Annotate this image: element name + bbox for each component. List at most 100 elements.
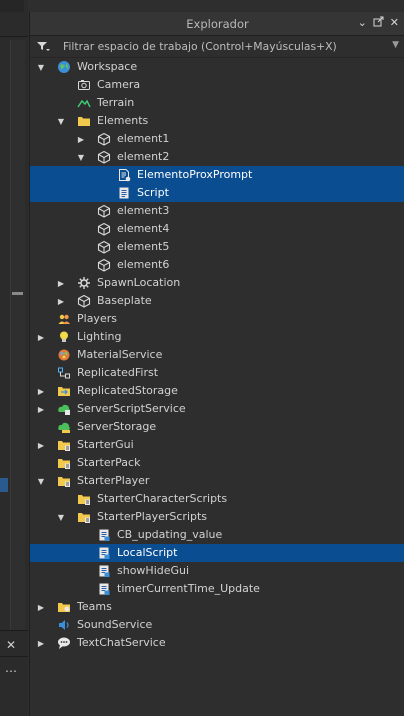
left-panel-top <box>0 0 24 12</box>
tree-item[interactable]: ▼ StarterPlayer <box>30 472 404 490</box>
undock-icon[interactable] <box>373 16 384 30</box>
tree-item-label: element6 <box>117 258 170 271</box>
starter-folder-icon <box>58 477 70 487</box>
explorer-tree: ▼ Workspace Camera Terrain ▼ Elements ▶ element… <box>30 58 404 652</box>
tree-item-label: ReplicatedFirst <box>77 366 159 379</box>
tree-item[interactable]: StarterPack <box>30 454 404 472</box>
teams-icon <box>58 603 70 612</box>
tree-item[interactable]: element3 <box>30 202 404 220</box>
tree-item[interactable]: Terrain <box>30 94 404 112</box>
tree-item[interactable]: ▶ element1 <box>30 130 404 148</box>
tree-item[interactable]: ▼ Workspace <box>30 58 404 76</box>
tree-item-label: Camera <box>97 78 141 91</box>
tree-item[interactable]: ▼ Elements <box>30 112 404 130</box>
tree-item[interactable]: element4 <box>30 220 404 238</box>
local-script-icon <box>99 583 110 595</box>
expand-arrow-icon[interactable]: ▶ <box>36 386 46 396</box>
expand-arrow-icon[interactable]: ▶ <box>36 404 46 414</box>
tree-item[interactable]: ▶ ReplicatedStorage <box>30 382 404 400</box>
tree-item[interactable]: ▶ Teams <box>30 598 404 616</box>
collapse-arrow-icon[interactable]: ▼ <box>36 62 46 72</box>
divider <box>0 630 28 631</box>
expand-arrow-icon[interactable]: ▶ <box>36 440 46 450</box>
replicated-first-icon <box>58 367 70 379</box>
divider <box>0 36 28 37</box>
server-script-service-icon <box>58 404 70 415</box>
tree-item-label: element1 <box>117 132 170 145</box>
tree-item-label: showHideGui <box>117 564 190 577</box>
tree-item[interactable]: ▶ StarterGui <box>30 436 404 454</box>
expand-arrow-icon[interactable]: ▶ <box>36 332 46 342</box>
chat-icon <box>58 637 70 649</box>
tree-item[interactable]: element5 <box>30 238 404 256</box>
tree-item[interactable]: LocalScript <box>30 544 404 562</box>
tree-item-label: Players <box>77 312 117 325</box>
expand-arrow-icon[interactable]: ▶ <box>36 602 46 612</box>
local-script-icon <box>99 565 110 577</box>
collapse-arrow-icon[interactable]: ▼ <box>56 512 66 522</box>
tree-item[interactable]: element6 <box>30 256 404 274</box>
tree-item[interactable]: ▶ ServerScriptService <box>30 400 404 418</box>
expand-arrow-icon[interactable]: ▶ <box>76 134 86 144</box>
collapse-arrow-icon[interactable]: ▼ <box>56 116 66 126</box>
tree-item[interactable]: ▶ SpawnLocation <box>30 274 404 292</box>
filter-input[interactable]: Filtrar espacio de trabajo (Control+Mayú… <box>63 40 337 53</box>
tree-item[interactable]: ▶ Baseplate <box>30 292 404 310</box>
tree-item-label: element3 <box>117 204 170 217</box>
tree-item[interactable]: SoundService <box>30 616 404 634</box>
tree-item-label: TextChatService <box>77 636 166 649</box>
tree-item[interactable]: ▼ StarterPlayerScripts <box>30 508 404 526</box>
tree-item-label: Lighting <box>77 330 122 343</box>
tree-item-label: CB_updating_value <box>117 528 223 541</box>
left-scrollbar-thumb[interactable] <box>12 292 23 295</box>
tree-item-label: SpawnLocation <box>97 276 181 289</box>
tree-item-label: Elements <box>97 114 149 127</box>
expand-arrow-icon[interactable]: ▶ <box>56 278 66 288</box>
sound-icon <box>59 620 69 630</box>
tree-item-label: StarterPlayerScripts <box>97 510 208 523</box>
chevron-down-icon[interactable]: ⌄ <box>358 17 367 29</box>
collapse-arrow-icon[interactable]: ▼ <box>36 476 46 486</box>
tree-item-label: element2 <box>117 150 170 163</box>
panel-title: Explorador <box>186 17 249 31</box>
module-script-icon <box>119 169 131 182</box>
tree-item[interactable]: Camera <box>30 76 404 94</box>
tree-item[interactable]: MaterialService <box>30 346 404 364</box>
close-icon[interactable]: ✕ <box>6 638 16 652</box>
tree-item[interactable]: ReplicatedFirst <box>30 364 404 382</box>
script-icon <box>119 187 129 199</box>
model-icon <box>97 204 111 218</box>
terrain-icon <box>77 99 91 108</box>
filter-icon[interactable] <box>36 40 50 52</box>
model-icon <box>97 132 111 146</box>
collapse-arrow-icon[interactable]: ▼ <box>76 152 86 162</box>
material-service-icon <box>58 349 70 361</box>
tree-item-label: StarterPlayer <box>77 474 150 487</box>
tree-item-label: Baseplate <box>97 294 152 307</box>
tree-item-label: SoundService <box>77 618 153 631</box>
left-scrollbar[interactable] <box>10 40 25 630</box>
tree-item[interactable]: StarterCharacterScripts <box>30 490 404 508</box>
tree-item[interactable]: ServerStorage <box>30 418 404 436</box>
tree-item[interactable]: Script <box>30 184 404 202</box>
tree-item[interactable]: CB_updating_value <box>30 526 404 544</box>
tree-item[interactable]: Players <box>30 310 404 328</box>
chevron-down-icon[interactable]: ▼ <box>392 40 399 50</box>
tree-item[interactable]: showHideGui <box>30 562 404 580</box>
starter-folder-icon <box>58 441 70 451</box>
tree-item[interactable]: timerCurrentTime_Update <box>30 580 404 598</box>
more-icon[interactable]: ⋯ <box>5 664 18 678</box>
expand-arrow-icon[interactable]: ▶ <box>36 638 46 648</box>
expand-arrow-icon[interactable]: ▶ <box>56 296 66 306</box>
tree-item[interactable]: ▶ Lighting <box>30 328 404 346</box>
tree-item[interactable]: ElementoProxPrompt <box>30 166 404 184</box>
model-icon <box>97 150 111 164</box>
tree-item[interactable]: ▶ TextChatService <box>30 634 404 652</box>
folder-icon <box>78 117 90 126</box>
server-storage-icon <box>58 422 70 433</box>
players-icon <box>58 314 70 324</box>
tree-item[interactable]: ▼ element2 <box>30 148 404 166</box>
close-icon[interactable]: ✕ <box>390 17 399 29</box>
filter-bar[interactable]: Filtrar espacio de trabajo (Control+Mayú… <box>30 36 404 58</box>
replicated-storage-icon <box>58 387 70 396</box>
